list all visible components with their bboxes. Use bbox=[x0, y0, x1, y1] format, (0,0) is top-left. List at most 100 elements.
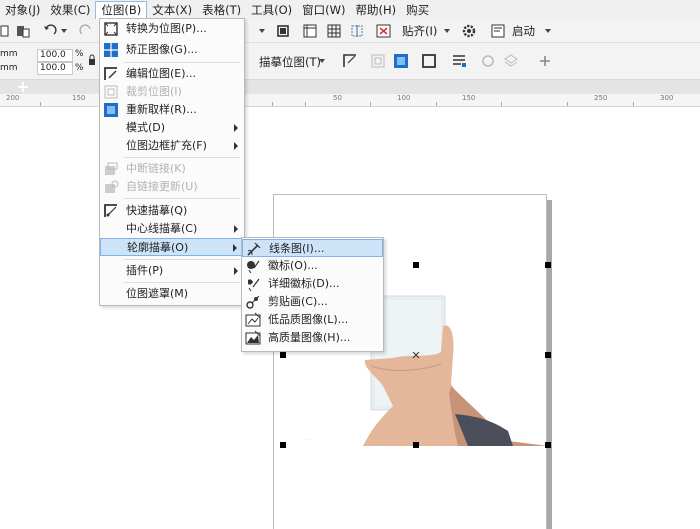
center-mark-icon[interactable] bbox=[412, 351, 420, 359]
stack-disabled-icon[interactable] bbox=[503, 53, 519, 69]
menu-item-bitmap-border-expand[interactable]: 位图边框扩充(F) bbox=[100, 137, 244, 155]
straighten-image-icon bbox=[103, 42, 119, 58]
menu-table[interactable]: 表格(T) bbox=[197, 1, 246, 19]
menu-bitmap[interactable]: 位图(B) bbox=[95, 1, 148, 19]
ruler-label: 150 bbox=[462, 94, 476, 102]
submenu-item-logo[interactable]: 徽标(O)... bbox=[242, 257, 383, 275]
menu-separator bbox=[124, 259, 240, 260]
menu-item-label: 重新取样(R)... bbox=[126, 103, 197, 116]
redo-icon[interactable] bbox=[78, 23, 94, 39]
launch-dropdown-icon[interactable] bbox=[544, 25, 552, 37]
selection-handle-bottom-right[interactable] bbox=[545, 442, 551, 448]
ruler-label: 300 bbox=[660, 94, 674, 102]
menu-item-mode[interactable]: 模式(D) bbox=[100, 119, 244, 137]
submenu-item-line-art[interactable]: 线条图(I)... bbox=[242, 239, 383, 257]
submenu-arrow-icon bbox=[234, 124, 238, 132]
menu-item-crop-bitmap[interactable]: 裁剪位图(I) bbox=[100, 83, 244, 101]
menu-item-label: 高质量图像(H)... bbox=[268, 331, 351, 344]
menu-item-label: 线条图(I)... bbox=[269, 242, 325, 255]
menu-item-bitmap-mask[interactable]: 位图遮罩(M) bbox=[100, 285, 244, 303]
submenu-item-low-quality-image[interactable]: 低品质图像(L)... bbox=[242, 311, 383, 329]
launch-label[interactable]: 启动 bbox=[512, 23, 535, 39]
trace-dropdown-icon[interactable] bbox=[318, 56, 326, 66]
menu-item-quick-trace[interactable]: 快速描摹(Q) bbox=[100, 202, 244, 220]
grid-icon[interactable] bbox=[326, 23, 342, 39]
break-link-icon bbox=[103, 161, 119, 177]
menu-item-edit-bitmap[interactable]: 编辑位图(E)... bbox=[100, 65, 244, 83]
submenu-item-detailed-logo[interactable]: 详细徽标(D)... bbox=[242, 275, 383, 293]
ruler-tick bbox=[501, 102, 502, 106]
ruler-label: 100 bbox=[397, 94, 411, 102]
menu-tools[interactable]: 工具(O) bbox=[246, 1, 297, 19]
menu-item-straighten-image[interactable]: 矫正图像(G)... bbox=[100, 41, 244, 59]
low-quality-image-icon bbox=[245, 312, 261, 328]
snap-to-label[interactable]: 贴齐(I) bbox=[402, 23, 437, 39]
update-link-icon bbox=[103, 179, 119, 195]
menu-item-label: 编辑位图(E)... bbox=[126, 67, 197, 80]
menu-item-centerline-trace[interactable]: 中心线描摹(C) bbox=[100, 220, 244, 238]
menu-item-label: 位图边框扩充(F) bbox=[126, 139, 207, 152]
selection-handle-left[interactable] bbox=[280, 352, 286, 358]
ruler-label: 150 bbox=[72, 94, 86, 102]
selection-handle-bottom[interactable] bbox=[413, 442, 419, 448]
full-screen-icon[interactable] bbox=[275, 23, 291, 39]
clipart-icon bbox=[245, 294, 261, 310]
menu-item-label: 详细徽标(D)... bbox=[268, 277, 340, 290]
undo-icon[interactable] bbox=[42, 23, 58, 39]
menu-buy[interactable]: 购买 bbox=[401, 1, 434, 19]
scale-y-percent: % bbox=[75, 63, 84, 73]
menu-item-label: 模式(D) bbox=[126, 121, 166, 134]
crop-bitmap-toolbar-icon[interactable] bbox=[370, 53, 386, 69]
scale-x-input[interactable]: 100.0 bbox=[37, 49, 73, 62]
ruler-tick bbox=[436, 102, 437, 106]
lock-ratio-icon[interactable] bbox=[87, 53, 97, 67]
trace-bitmap-label[interactable]: 描摹位图(T) bbox=[259, 54, 321, 70]
menu-effects[interactable]: 效果(C) bbox=[45, 1, 95, 19]
menu-item-label: 低品质图像(L)... bbox=[268, 313, 349, 326]
menu-item-resample[interactable]: 重新取样(R)... bbox=[100, 101, 244, 119]
menu-window[interactable]: 窗口(W) bbox=[297, 1, 350, 19]
ruler-tick bbox=[633, 102, 634, 106]
menu-item-update-link[interactable]: 自链接更新(U) bbox=[100, 178, 244, 196]
copy-icon[interactable] bbox=[0, 23, 10, 39]
undo-dropdown-icon[interactable] bbox=[60, 25, 68, 37]
resample-toolbar-icon[interactable] bbox=[393, 53, 409, 69]
gear-icon[interactable] bbox=[461, 23, 477, 39]
layers-disabled-icon[interactable] bbox=[480, 53, 496, 69]
paste-icon[interactable] bbox=[14, 23, 32, 39]
guidelines-icon[interactable] bbox=[349, 23, 365, 39]
menu-item-outline-trace[interactable]: 轮廓描摹(O) bbox=[100, 238, 244, 256]
edit-bitmap-icon bbox=[103, 66, 119, 82]
menu-object[interactable]: 对象(J) bbox=[0, 1, 45, 19]
submenu-arrow-icon bbox=[234, 225, 238, 233]
edit-bitmap-toolbar-icon[interactable] bbox=[451, 53, 467, 69]
menu-text[interactable]: 文本(X) bbox=[147, 1, 197, 19]
menu-item-plugins[interactable]: 插件(P) bbox=[100, 262, 244, 280]
zoom-dropdown-icon[interactable] bbox=[258, 25, 266, 37]
submenu-item-high-quality-image[interactable]: 高质量图像(H)... bbox=[242, 329, 383, 347]
scale-y-input[interactable]: 100.0 bbox=[37, 62, 73, 75]
bitmap-border-icon[interactable] bbox=[421, 53, 437, 69]
snap-to-icon[interactable] bbox=[376, 23, 392, 39]
quick-trace-toolbar-icon[interactable] bbox=[342, 53, 358, 69]
snap-dropdown-icon[interactable] bbox=[443, 25, 451, 37]
menu-item-convert-to-bitmap[interactable]: 转换为位图(P)... bbox=[100, 20, 244, 38]
launch-icon[interactable] bbox=[490, 23, 506, 39]
menu-item-label: 插件(P) bbox=[126, 264, 164, 277]
submenu-item-clipart[interactable]: 剪贴画(C)... bbox=[242, 293, 383, 311]
new-tab-plus-icon[interactable] bbox=[16, 81, 30, 93]
outline-trace-submenu: 线条图(I)... 徽标(O)... 详细徽标(D)... 剪贴画(C)... … bbox=[241, 237, 384, 352]
menu-help[interactable]: 帮助(H) bbox=[351, 1, 402, 19]
plus-icon[interactable] bbox=[537, 53, 553, 69]
selection-handle-right[interactable] bbox=[545, 352, 551, 358]
menu-item-label: 轮廓描摹(O) bbox=[127, 241, 189, 254]
selection-handle-bottom-left[interactable] bbox=[280, 442, 286, 448]
menu-item-break-link[interactable]: 中断链接(K) bbox=[100, 160, 244, 178]
ruler-tick bbox=[305, 102, 306, 106]
ruler-tick bbox=[40, 102, 41, 106]
rulers-icon[interactable] bbox=[302, 23, 318, 39]
selection-handle-top-right[interactable] bbox=[545, 262, 551, 268]
selection-handle-top[interactable] bbox=[413, 262, 419, 268]
menu-separator bbox=[124, 62, 240, 63]
submenu-arrow-icon bbox=[234, 142, 238, 150]
